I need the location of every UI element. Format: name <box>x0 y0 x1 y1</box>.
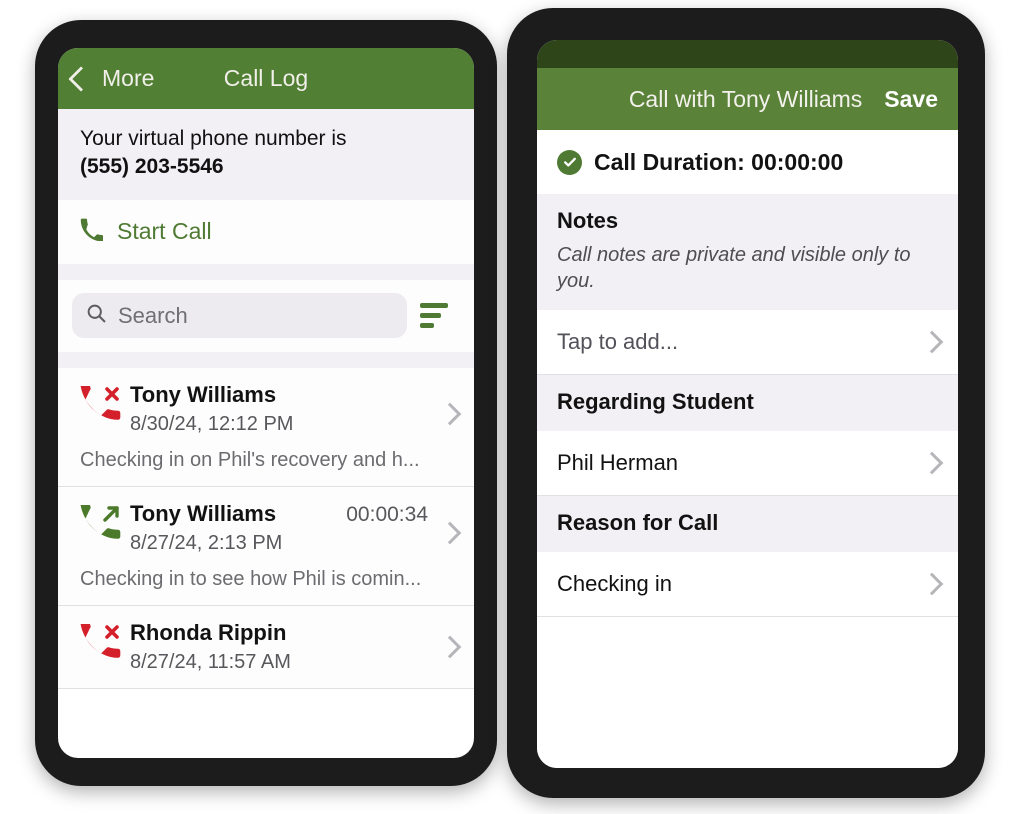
save-button[interactable]: Save <box>884 86 938 113</box>
divider-band-1 <box>58 263 474 280</box>
chevron-right-icon <box>920 572 944 596</box>
call-log-timestamp: 8/30/24, 12:12 PM <box>130 412 294 435</box>
notes-add-row[interactable]: Tap to add... <box>537 310 958 375</box>
search-placeholder: Search <box>118 302 188 328</box>
notes-placeholder: Tap to add... <box>557 329 679 354</box>
call-duration-label: Call Duration: 00:00:00 <box>594 148 844 175</box>
empty-area <box>537 617 958 768</box>
search-icon <box>86 303 107 329</box>
notes-subtitle: Call notes are private and visible only … <box>557 244 911 292</box>
notes-title: Notes <box>557 208 619 233</box>
regarding-student-row[interactable]: Phil Herman <box>537 431 958 496</box>
reason-for-call-section-header: Reason for Call <box>537 496 958 552</box>
outgoing-call-icon <box>80 495 130 544</box>
missed-call-icon <box>80 614 130 663</box>
call-log-row[interactable]: Tony Williams 8/30/24, 12:12 PM Checking… <box>58 368 474 487</box>
call-log-navbar: More Call Log <box>58 48 474 109</box>
divider-band-2 <box>58 351 474 368</box>
virtual-number-value: (555) 203-5546 <box>80 155 224 179</box>
virtual-number-panel: Your virtual phone number is (555) 203-5… <box>58 109 474 200</box>
missed-call-icon <box>80 376 130 425</box>
regarding-student-value: Phil Herman <box>557 450 679 475</box>
status-strip <box>537 40 958 68</box>
chevron-right-icon <box>438 521 462 545</box>
call-duration-row: Call Duration: 00:00:00 <box>537 130 958 194</box>
call-log-list: Tony Williams 8/30/24, 12:12 PM Checking… <box>58 367 474 689</box>
chevron-right-icon <box>920 330 944 354</box>
call-log-duration: 00:00:34 <box>346 502 428 526</box>
search-input[interactable]: Search <box>72 293 407 339</box>
notes-section-header: Notes Call notes are private and visible… <box>537 194 958 310</box>
filter-sort-icon[interactable] <box>420 303 456 329</box>
call-log-name: Tony Williams <box>130 500 277 526</box>
start-call-label: Start Call <box>117 218 212 245</box>
phone-icon <box>80 218 104 246</box>
phone-frame-left: More Call Log Your virtual phone number … <box>35 20 497 786</box>
page-title: Call with Tony Williams <box>628 85 863 112</box>
search-row: Search <box>58 279 474 352</box>
virtual-number-label: Your virtual phone number is <box>80 127 347 150</box>
call-detail-screen: Call with Tony Williams Save Call Durati… <box>537 40 958 768</box>
chevron-right-icon <box>920 451 944 475</box>
call-log-timestamp: 8/27/24, 11:57 AM <box>130 650 291 673</box>
chevron-right-icon <box>438 402 462 426</box>
call-log-screen: More Call Log Your virtual phone number … <box>58 48 474 758</box>
call-log-name: Tony Williams <box>130 381 277 407</box>
call-log-row[interactable]: Rhonda Rippin 8/27/24, 11:57 AM <box>58 606 474 689</box>
call-log-row[interactable]: Tony Williams 00:00:34 8/27/24, 2:13 PM … <box>58 487 474 606</box>
call-log-name: Rhonda Rippin <box>130 619 287 645</box>
phone-frame-right: Call with Tony Williams Save Call Durati… <box>507 8 985 798</box>
regarding-student-title: Regarding Student <box>557 389 754 414</box>
call-detail-navbar: Call with Tony Williams Save <box>537 68 958 130</box>
reason-for-call-title: Reason for Call <box>557 510 719 535</box>
call-log-note: Checking in on Phil's recovery and h... <box>80 448 420 471</box>
reason-for-call-row[interactable]: Checking in <box>537 552 958 617</box>
start-call-button[interactable]: Start Call <box>58 199 474 264</box>
call-log-timestamp: 8/27/24, 2:13 PM <box>130 531 283 554</box>
call-log-note: Checking in to see how Phil is comin... <box>80 567 422 590</box>
check-circle-icon <box>557 149 582 175</box>
reason-for-call-value: Checking in <box>557 571 672 596</box>
chevron-right-icon <box>438 635 462 659</box>
back-button[interactable]: More <box>68 65 155 92</box>
back-button-label: More <box>102 65 155 91</box>
regarding-student-section-header: Regarding Student <box>537 375 958 431</box>
chevron-left-icon <box>68 65 94 92</box>
